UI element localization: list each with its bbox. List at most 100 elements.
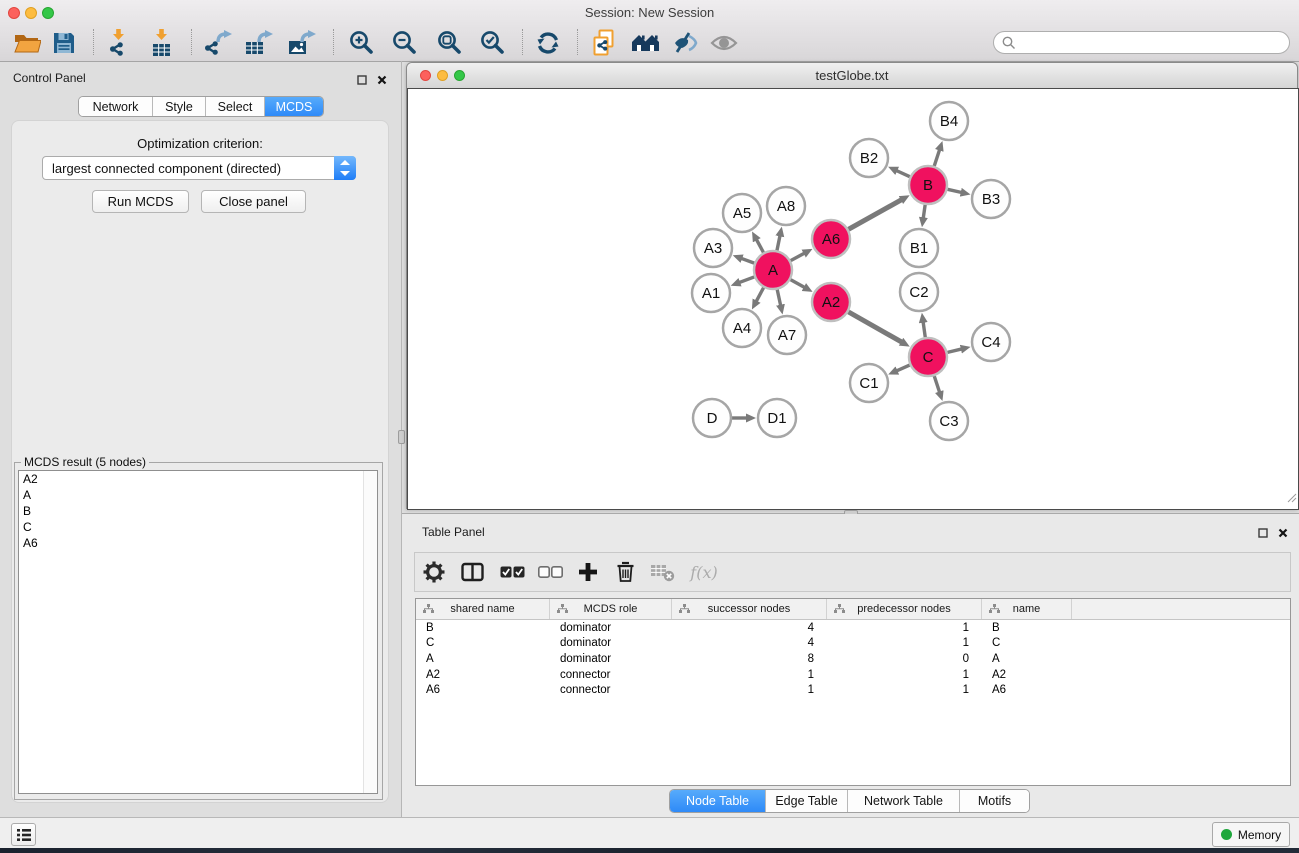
create-column-button[interactable] [569, 553, 607, 591]
graph-edge-C-C2[interactable] [923, 322, 925, 337]
tab-motifs[interactable]: Motifs [959, 790, 1029, 812]
graph-node-A[interactable]: A [754, 251, 792, 289]
column-header-shared-name[interactable]: shared name [416, 599, 550, 619]
resize-grip-icon[interactable] [1285, 490, 1297, 508]
tab-network-table[interactable]: Network Table [847, 790, 959, 812]
zoom-in-button[interactable] [344, 26, 380, 60]
export-image-button[interactable] [284, 26, 320, 60]
tab-select[interactable]: Select [205, 97, 264, 116]
zoom-fit-content-button[interactable] [432, 26, 468, 60]
import-network-button[interactable] [101, 26, 137, 60]
graph-edge-A-A5[interactable] [756, 239, 763, 252]
graph-node-B2[interactable]: B2 [850, 139, 888, 177]
graph-edge-A-A2[interactable] [791, 280, 805, 288]
graph-edge-A2-C[interactable] [848, 312, 902, 342]
result-item[interactable]: A [19, 487, 377, 503]
graph-node-A6[interactable]: A6 [812, 220, 850, 258]
graph-node-B3[interactable]: B3 [972, 180, 1010, 218]
zoom-out-button[interactable] [387, 26, 423, 60]
panel-splitter-handle[interactable] [398, 430, 405, 444]
graph-node-C3[interactable]: C3 [930, 402, 968, 440]
graph-node-A3[interactable]: A3 [694, 229, 732, 267]
network-canvas[interactable]: A A1 A2 A3 A4 A5 A6 A7 A8 B B1 B2 B3 B4 C C1 C2 C3 C4 D D1 [407, 88, 1299, 510]
table-row[interactable]: A2connector11A2 [416, 667, 1290, 683]
network-overview-button[interactable] [628, 26, 664, 60]
run-mcds-button[interactable]: Run MCDS [92, 190, 189, 213]
graph-edge-A-A1[interactable] [739, 277, 754, 283]
graph-edge-A6-B[interactable] [848, 200, 901, 230]
graph-node-D[interactable]: D [693, 399, 731, 437]
unselect-all-columns-button[interactable] [531, 553, 569, 591]
graph-node-D1[interactable]: D1 [758, 399, 796, 437]
select-all-columns-button[interactable] [493, 553, 531, 591]
show-panels-button[interactable] [11, 823, 36, 846]
toolbar-separator [577, 29, 578, 55]
result-item[interactable]: A2 [19, 471, 377, 487]
graph-node-C[interactable]: C [909, 338, 947, 376]
result-item[interactable]: A6 [19, 535, 377, 551]
new-network-from-selection-button[interactable] [586, 26, 622, 60]
column-header-successor-nodes[interactable]: successor nodes [672, 599, 827, 619]
tab-edge-table[interactable]: Edge Table [765, 790, 847, 812]
table-row[interactable]: Cdominator41C [416, 636, 1290, 652]
control-panel-close-icon[interactable] [375, 73, 389, 87]
graph-edge-A-A4[interactable] [756, 288, 763, 302]
graph-edge-B-B3[interactable] [948, 189, 962, 192]
graph-node-A1[interactable]: A1 [692, 274, 730, 312]
graph-node-B4[interactable]: B4 [930, 102, 968, 140]
graph-node-B1[interactable]: B1 [900, 229, 938, 267]
graph-edge-C-C1[interactable] [896, 365, 909, 371]
table-panel-float-icon[interactable] [1256, 526, 1270, 540]
graph-node-A8[interactable]: A8 [767, 187, 805, 225]
column-header-name[interactable]: name [982, 599, 1072, 619]
table-panel-close-icon[interactable] [1276, 526, 1290, 540]
graph-edge-B-B1[interactable] [923, 205, 925, 219]
apply-layout-button[interactable] [530, 26, 566, 60]
table-row[interactable]: Bdominator41B [416, 620, 1290, 636]
import-table-button[interactable] [144, 26, 180, 60]
delete-columns-button[interactable] [606, 553, 644, 591]
control-panel-float-icon[interactable] [355, 73, 369, 87]
table-mode-button[interactable] [415, 553, 453, 591]
result-scrollbar[interactable] [363, 471, 377, 793]
graph-edge-A-A7[interactable] [777, 290, 780, 306]
column-header-MCDS-role[interactable]: MCDS role [550, 599, 672, 619]
graph-edge-A-A3[interactable] [741, 258, 754, 263]
table-row[interactable]: A6connector11A6 [416, 682, 1290, 698]
graph-node-C2[interactable]: C2 [900, 273, 938, 311]
network-window-titlebar[interactable]: testGlobe.txt [407, 63, 1297, 89]
search-input[interactable] [1020, 34, 1286, 53]
close-panel-button[interactable]: Close panel [201, 190, 306, 213]
graph-node-A7[interactable]: A7 [768, 316, 806, 354]
graph-edge-C-C3[interactable] [934, 376, 939, 392]
tab-style[interactable]: Style [152, 97, 205, 116]
show-column-panel-button[interactable] [453, 553, 491, 591]
zoom-selected-button[interactable] [475, 26, 511, 60]
graph-node-B[interactable]: B [909, 166, 947, 204]
graph-node-A5[interactable]: A5 [723, 194, 761, 232]
table-row[interactable]: Adominator80A [416, 651, 1290, 667]
graph-node-A4[interactable]: A4 [723, 309, 761, 347]
graph-node-A2[interactable]: A2 [812, 283, 850, 321]
optimization-criterion-select[interactable]: largest connected component (directed) [42, 156, 356, 180]
result-item[interactable]: C [19, 519, 377, 535]
graph-node-C4[interactable]: C4 [972, 323, 1010, 361]
graph-edge-A-A6[interactable] [791, 253, 805, 260]
tab-mcds[interactable]: MCDS [264, 97, 323, 116]
column-header-predecessor-nodes[interactable]: predecessor nodes [827, 599, 982, 619]
tab-network[interactable]: Network [79, 97, 152, 116]
graph-edge-B-B2[interactable] [896, 170, 910, 176]
graph-edge-B-B4[interactable] [934, 150, 939, 166]
result-item[interactable]: B [19, 503, 377, 519]
save-session-button[interactable] [46, 26, 82, 60]
export-network-button[interactable] [200, 26, 236, 60]
hide-graphics-details-button[interactable] [668, 26, 704, 60]
mcds-result-list[interactable]: A2ABCA6 [18, 470, 378, 794]
open-file-button[interactable] [9, 26, 45, 60]
graph-edge-C-C4[interactable] [947, 349, 961, 352]
export-table-button[interactable] [241, 26, 277, 60]
memory-button[interactable]: Memory [1212, 822, 1290, 847]
tab-node-table[interactable]: Node Table [670, 790, 765, 812]
graph-node-C1[interactable]: C1 [850, 364, 888, 402]
graph-edge-A-A8[interactable] [777, 235, 780, 250]
